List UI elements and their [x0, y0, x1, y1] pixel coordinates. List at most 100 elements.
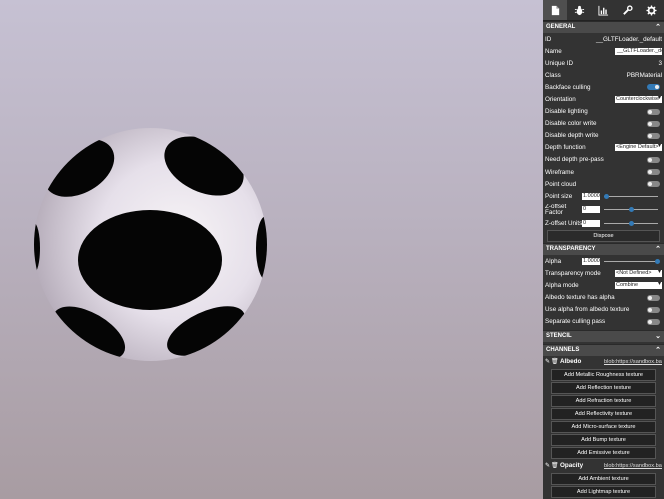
unique-id-label: Unique ID: [545, 59, 574, 67]
disable-depth-write-row: Disable depth write: [543, 130, 664, 142]
separate-culling-row: Separate culling pass: [543, 316, 664, 328]
slider-knob[interactable]: [628, 220, 634, 226]
add-texture-button[interactable]: Add Refraction texture: [551, 394, 656, 407]
channels-section-header[interactable]: CHANNELS ⌃: [543, 343, 664, 356]
alpha-row: Alpha 1.0000: [543, 255, 664, 267]
tab-properties[interactable]: [543, 0, 568, 20]
point-size-label: Point size: [545, 192, 573, 200]
albedo-alpha-row: Albedo texture has alpha: [543, 292, 664, 304]
tab-debug[interactable]: [567, 0, 591, 20]
stats-icon: [598, 5, 609, 16]
zoffset-factor-input[interactable]: 0: [582, 206, 600, 214]
albedo-alpha-label: Albedo texture has alpha: [545, 294, 615, 302]
transparency-mode-row: Transparency mode <Not Defined>: [543, 268, 664, 280]
slider-knob[interactable]: [628, 207, 634, 213]
chevron-up-icon: ⌃: [655, 346, 661, 354]
section-title: GENERAL: [546, 24, 576, 30]
tab-settings[interactable]: [640, 0, 664, 20]
zoffset-units-row: Z-offset Units 0: [543, 217, 664, 229]
add-texture-button[interactable]: Add Bump texture: [551, 433, 656, 446]
alpha-mode-select[interactable]: Combine: [615, 282, 662, 290]
opacity-label: Opacity: [560, 462, 584, 470]
wireframe-label: Wireframe: [545, 168, 575, 176]
alpha-mode-label: Alpha mode: [545, 282, 579, 290]
sphere-mesh[interactable]: [34, 128, 267, 361]
render-viewport[interactable]: [0, 0, 543, 499]
opacity-channel-row: ✎🗑Opacityblob:https://sandbox.babylonjs.…: [543, 460, 664, 472]
trash-icon[interactable]: 🗑: [551, 358, 559, 365]
backface-culling-row: Backface culling: [543, 81, 664, 93]
use-alpha-label: Use alpha from albedo texture: [545, 306, 630, 314]
disable-color-write-toggle[interactable]: [647, 120, 660, 127]
trash-icon[interactable]: 🗑: [551, 462, 559, 469]
albedo-label: Albedo: [560, 358, 582, 366]
zoffset-factor-label: Z-offset Factor: [545, 203, 567, 216]
zoffset-units-input[interactable]: 0: [582, 219, 600, 227]
orientation-select[interactable]: Counterclockwise: [615, 96, 662, 104]
opacity-texture-link[interactable]: blob:https://sandbox.babylonjs.com: [604, 463, 662, 469]
sphere-spot: [78, 210, 222, 310]
albedo-alpha-toggle[interactable]: [647, 294, 660, 301]
point-size-row: Point size 1.0000: [543, 190, 664, 202]
need-depth-row: Need depth pre-pass: [543, 154, 664, 166]
add-texture-button[interactable]: Add Ambient texture: [551, 472, 656, 485]
section-title: CHANNELS: [546, 346, 580, 353]
disable-lighting-label: Disable lighting: [545, 108, 588, 116]
slider-knob[interactable]: [604, 193, 609, 199]
unique-id-value: 3: [658, 59, 662, 67]
zoffset-units-slider[interactable]: [604, 220, 658, 226]
disable-color-write-label: Disable color write: [545, 120, 597, 128]
add-texture-button[interactable]: Add Lightmap texture: [551, 485, 656, 498]
need-depth-toggle[interactable]: [647, 156, 660, 163]
add-texture-button[interactable]: Add Emissive texture: [551, 446, 656, 459]
backface-culling-toggle[interactable]: [647, 84, 660, 91]
point-cloud-toggle[interactable]: [647, 181, 660, 188]
dispose-button[interactable]: Dispose: [547, 230, 660, 243]
disable-depth-write-toggle[interactable]: [647, 132, 660, 139]
use-alpha-toggle[interactable]: [647, 306, 660, 313]
alpha-label: Alpha: [545, 257, 562, 265]
slider-knob[interactable]: [655, 258, 660, 264]
albedo-texture-link[interactable]: blob:https://sandbox.babylonjs.com: [604, 359, 662, 365]
point-size-slider[interactable]: [604, 193, 658, 199]
tab-statistics[interactable]: [591, 0, 615, 20]
bug-icon: [574, 5, 584, 15]
depth-function-select[interactable]: <Engine Default>: [615, 144, 662, 152]
wireframe-toggle[interactable]: [647, 169, 660, 176]
id-row: ID __GLTFLoader._default: [543, 33, 664, 45]
alpha-slider[interactable]: [604, 258, 660, 264]
class-label: Class: [545, 71, 561, 79]
transparency-section-header[interactable]: TRANSPARENCY ⌃: [543, 243, 664, 256]
id-label: ID: [545, 35, 552, 43]
wrench-icon: [623, 4, 633, 15]
tab-bar: [543, 0, 664, 21]
disable-color-write-row: Disable color write: [543, 118, 664, 130]
section-title: TRANSPARENCY: [546, 246, 596, 253]
separate-culling-toggle[interactable]: [647, 318, 660, 325]
disable-depth-write-label: Disable depth write: [545, 132, 599, 140]
section-title: STENCIL: [546, 332, 572, 339]
texture-buttons-group: Add Metallic Roughness texture Add Reflec…: [543, 368, 664, 459]
zoffset-units-label: Z-offset Units: [545, 219, 582, 227]
alpha-input[interactable]: 1.0000: [582, 257, 600, 265]
id-value: __GLTFLoader._default: [595, 35, 662, 43]
add-texture-button[interactable]: Add Metallic Roughness texture: [551, 368, 656, 381]
disable-lighting-toggle[interactable]: [647, 108, 660, 115]
zoffset-factor-slider[interactable]: [604, 207, 658, 213]
stencil-section-header[interactable]: STENCIL ⌄: [543, 329, 664, 342]
add-texture-button[interactable]: Add Micro-surface texture: [551, 420, 656, 433]
point-size-input[interactable]: 1.0000: [582, 192, 600, 200]
backface-culling-label: Backface culling: [545, 83, 591, 91]
add-texture-button[interactable]: Add Reflection texture: [551, 381, 656, 394]
orientation-row: Orientation Counterclockwise: [543, 93, 664, 105]
name-input[interactable]: __GLTFLoader._default: [615, 47, 662, 55]
transparency-mode-select[interactable]: <Not Defined>: [615, 270, 662, 278]
add-texture-button[interactable]: Add Reflectivity texture: [551, 407, 656, 420]
general-section-header[interactable]: GENERAL ⌃: [543, 21, 664, 33]
orientation-label: Orientation: [545, 96, 576, 104]
transparency-mode-label: Transparency mode: [545, 270, 601, 278]
chevron-up-icon: ⌃: [655, 246, 661, 254]
tab-tools[interactable]: [616, 0, 640, 20]
unique-id-row: Unique ID 3: [543, 57, 664, 69]
zoffset-factor-row: Z-offset Factor 0: [543, 202, 664, 217]
